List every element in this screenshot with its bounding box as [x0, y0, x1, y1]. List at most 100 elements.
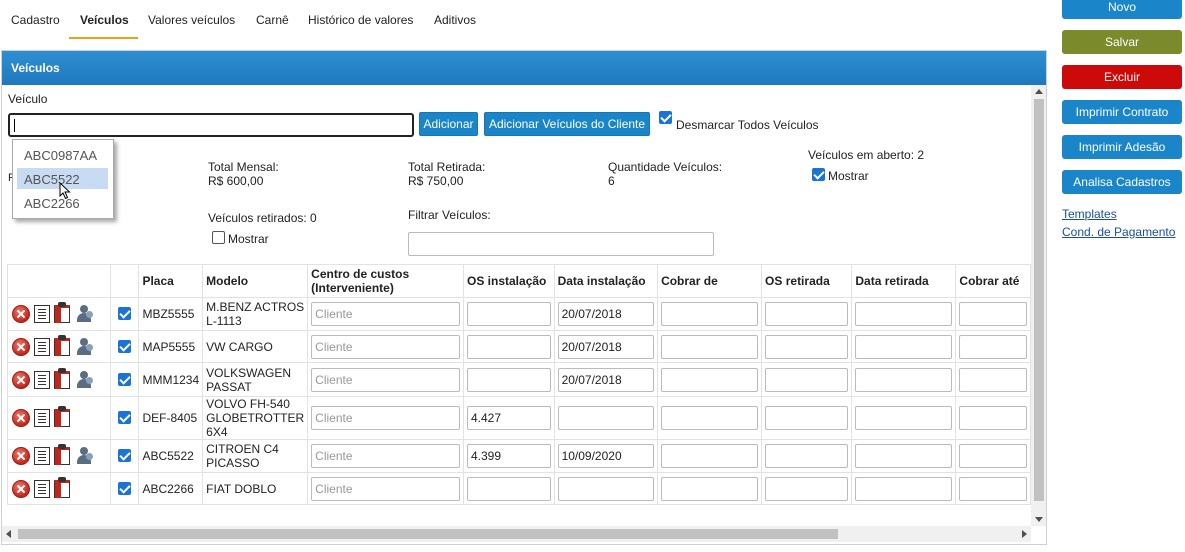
delete-icon[interactable] — [12, 409, 30, 427]
data-retirada-input[interactable] — [855, 302, 953, 326]
data-instalacao-input[interactable] — [557, 476, 655, 501]
centro-custos-input[interactable]: Cliente — [311, 444, 460, 468]
cobrar-de-input[interactable] — [661, 476, 759, 501]
data-retirada-input[interactable] — [855, 334, 953, 359]
os-instalacao-input[interactable]: 4.427 — [467, 406, 551, 430]
centro-custos-input[interactable]: Cliente — [311, 476, 460, 501]
row-select-checkbox[interactable] — [117, 307, 131, 320]
excluir-button[interactable]: Excluir — [1062, 65, 1182, 89]
os-instalacao-input[interactable] — [467, 334, 551, 359]
cobrar-de-input[interactable] — [661, 444, 759, 468]
os-retirada-input[interactable] — [765, 444, 849, 468]
data-instalacao-input[interactable]: 20/07/2018 — [557, 302, 655, 326]
analisa-cadastros-button[interactable]: Analisa Cadastros — [1062, 170, 1182, 194]
novo-button[interactable]: Novo — [1062, 0, 1182, 19]
user-icon[interactable] — [74, 337, 94, 356]
vehicle-input[interactable] — [8, 113, 414, 137]
document-icon[interactable] — [34, 305, 50, 323]
data-retirada-input[interactable] — [855, 367, 953, 392]
document-icon[interactable] — [34, 337, 50, 356]
cobrar-de-input[interactable] — [661, 367, 759, 392]
cobrar-ate-input[interactable] — [959, 444, 1027, 468]
centro-custos-input[interactable]: Cliente — [311, 367, 460, 392]
cobrar-de-input[interactable] — [661, 334, 759, 359]
user-icon[interactable] — [74, 305, 94, 323]
centro-custos-input[interactable]: Cliente — [311, 302, 460, 326]
col-modelo[interactable]: Modelo — [202, 264, 309, 298]
scroll-up-arrow-icon[interactable] — [1035, 89, 1043, 94]
document-icon[interactable] — [34, 479, 50, 498]
adicionar-button[interactable]: Adicionar — [419, 112, 478, 136]
scroll-right-arrow-icon[interactable] — [1022, 530, 1027, 538]
data-instalacao-input[interactable]: 20/07/2018 — [557, 334, 655, 359]
templates-link[interactable]: Templates — [1062, 207, 1117, 221]
horizontal-scrollbar[interactable] — [2, 526, 1031, 542]
delete-icon[interactable] — [12, 305, 30, 323]
desmarcar-todos-checkbox[interactable] — [659, 111, 672, 124]
delete-icon[interactable] — [12, 337, 30, 356]
data-retirada-input[interactable] — [855, 406, 953, 430]
row-select-checkbox[interactable] — [117, 339, 131, 353]
cobrar-ate-input[interactable] — [959, 406, 1027, 430]
tab-veiculos[interactable]: Veículos — [80, 13, 129, 27]
col-cobrar-ate[interactable]: Cobrar até — [955, 264, 1031, 298]
clipboard-icon[interactable] — [54, 444, 70, 465]
os-retirada-input[interactable] — [765, 302, 849, 326]
imprimir-adesao-button[interactable]: Imprimir Adesão — [1062, 135, 1182, 159]
os-retirada-input[interactable] — [765, 334, 849, 359]
col-placa[interactable]: Placa — [138, 264, 204, 298]
col-os-retirada[interactable]: OS retirada — [761, 264, 853, 298]
os-instalacao-input[interactable] — [467, 476, 551, 501]
filtrar-veiculos-input[interactable] — [408, 232, 714, 256]
col-cobrar-de[interactable]: Cobrar de — [657, 264, 763, 298]
row-select-checkbox[interactable] — [117, 449, 131, 462]
scroll-left-arrow-icon[interactable] — [6, 530, 11, 538]
data-instalacao-input[interactable]: 10/09/2020 — [557, 444, 655, 468]
cobrar-ate-input[interactable] — [959, 334, 1027, 359]
cobrar-de-input[interactable] — [661, 406, 759, 430]
tab-cadastro[interactable]: Cadastro — [11, 13, 60, 27]
clipboard-icon[interactable] — [54, 367, 70, 389]
imprimir-contrato-button[interactable]: Imprimir Contrato — [1062, 100, 1182, 124]
data-retirada-input[interactable] — [855, 476, 953, 501]
data-instalacao-input[interactable]: 20/07/2018 — [557, 367, 655, 392]
data-instalacao-input[interactable] — [557, 406, 655, 430]
row-select-checkbox[interactable] — [117, 372, 131, 386]
clipboard-icon[interactable] — [54, 302, 70, 323]
vertical-scroll-thumb[interactable] — [1034, 99, 1044, 501]
centro-custos-input[interactable]: Cliente — [311, 334, 460, 359]
retirados-mostrar-checkbox[interactable] — [212, 231, 225, 244]
user-icon[interactable] — [74, 447, 94, 465]
cond-pagamento-link[interactable]: Cond. de Pagamento — [1062, 225, 1175, 239]
os-retirada-input[interactable] — [765, 476, 849, 501]
tab-aditivos[interactable]: Aditivos — [434, 13, 476, 27]
os-instalacao-input[interactable] — [467, 302, 551, 326]
col-data-retirada[interactable]: Data retirada — [851, 264, 957, 298]
centro-custos-input[interactable]: Cliente — [311, 406, 460, 430]
col-os-instalacao[interactable]: OS instalação — [463, 264, 555, 298]
dropdown-option[interactable]: ABC0987AA — [17, 144, 108, 165]
row-select-checkbox[interactable] — [117, 411, 131, 424]
delete-icon[interactable] — [12, 370, 30, 389]
tab-historico-valores[interactable]: Histórico de valores — [308, 13, 413, 27]
cobrar-ate-input[interactable] — [959, 476, 1027, 501]
salvar-button[interactable]: Salvar — [1062, 30, 1182, 54]
os-instalacao-input[interactable]: 4.399 — [467, 444, 551, 468]
clipboard-icon[interactable] — [54, 334, 70, 356]
user-icon[interactable] — [74, 370, 94, 389]
cobrar-ate-input[interactable] — [959, 367, 1027, 392]
cobrar-ate-input[interactable] — [959, 302, 1027, 326]
em-aberto-mostrar-checkbox[interactable] — [812, 168, 825, 181]
col-centro-custos[interactable]: Centro de custos (Interveniente) — [307, 264, 464, 298]
document-icon[interactable] — [34, 370, 50, 389]
os-retirada-input[interactable] — [765, 406, 849, 430]
vertical-scrollbar[interactable] — [1031, 85, 1046, 526]
clipboard-icon[interactable] — [54, 476, 70, 498]
tab-carne[interactable]: Carnê — [256, 13, 289, 27]
document-icon[interactable] — [34, 447, 50, 465]
cobrar-de-input[interactable] — [661, 302, 759, 326]
delete-icon[interactable] — [12, 479, 30, 498]
os-retirada-input[interactable] — [765, 367, 849, 392]
row-select-checkbox[interactable] — [117, 481, 131, 495]
clipboard-icon[interactable] — [54, 406, 70, 427]
